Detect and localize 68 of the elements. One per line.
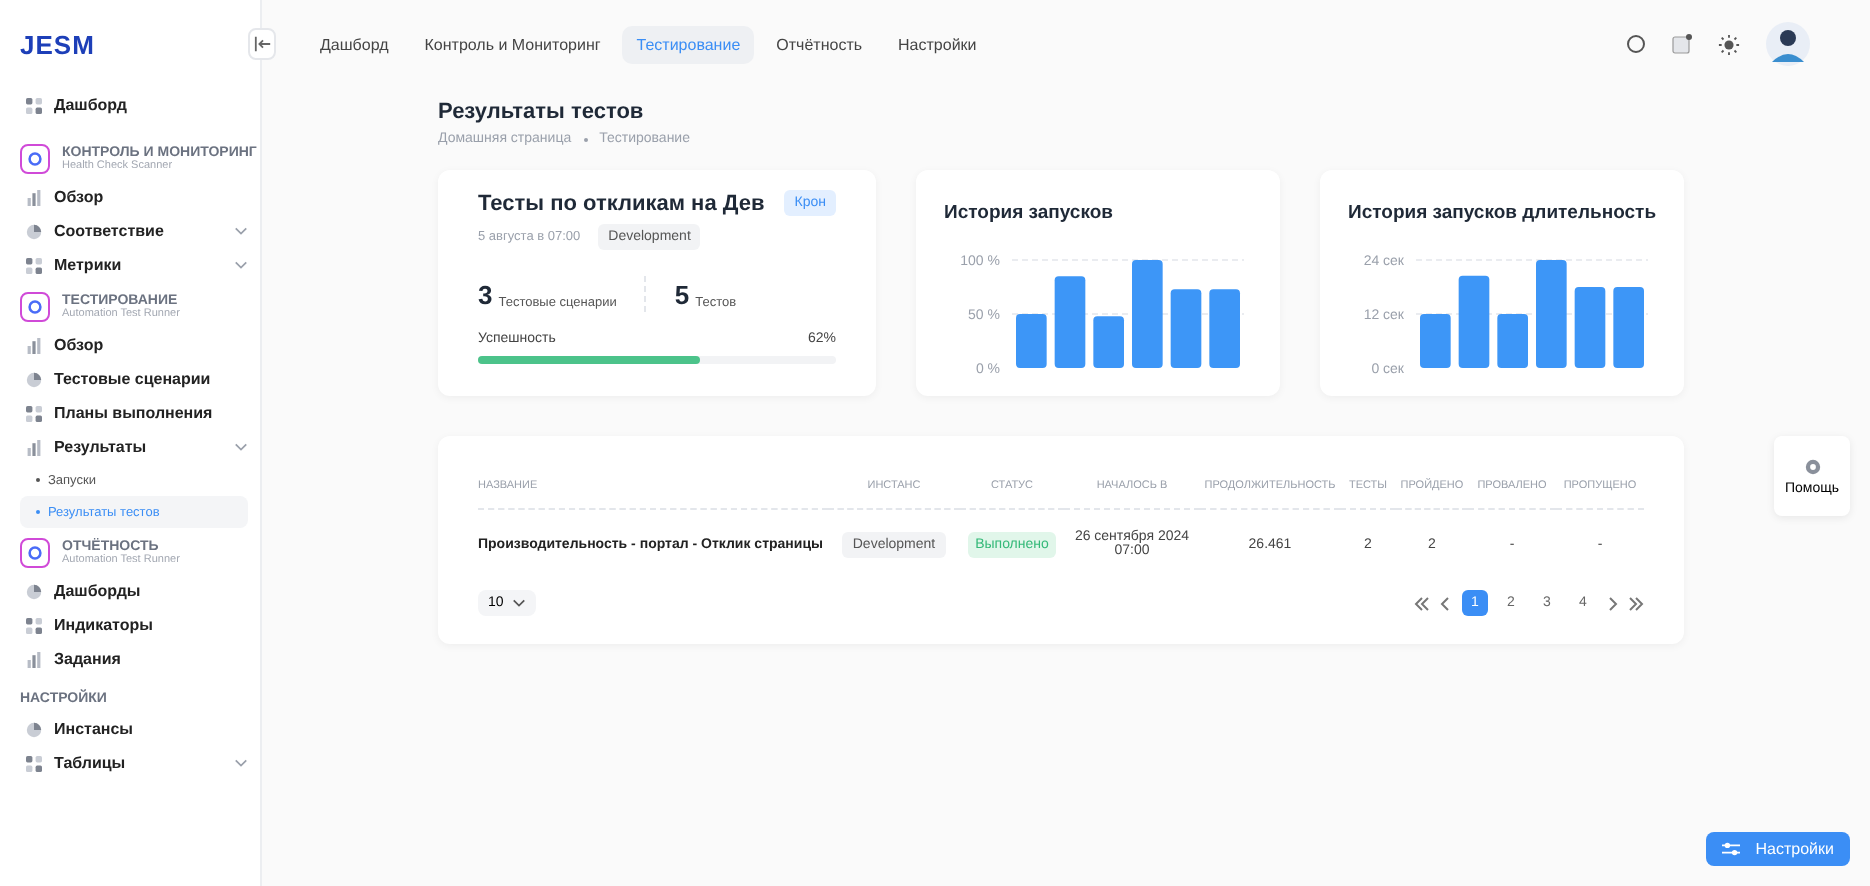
sidebar-item[interactable]: Дашборды bbox=[20, 574, 248, 608]
bar-chart-icon bbox=[26, 651, 42, 667]
section-icon bbox=[20, 292, 50, 322]
chevron-down-icon bbox=[234, 442, 248, 452]
chart-bar bbox=[1420, 314, 1451, 368]
chevron-down-icon bbox=[234, 226, 248, 236]
chart-bar bbox=[1209, 289, 1240, 368]
chart-bar bbox=[1093, 316, 1124, 368]
logo: JESM bbox=[20, 29, 95, 59]
chart-title: История запусков bbox=[944, 202, 1115, 224]
sidebar-item[interactable]: Метрики bbox=[20, 248, 248, 282]
bar-chart-icon bbox=[26, 337, 42, 353]
chart-bar bbox=[1132, 260, 1163, 368]
chart-bar bbox=[1016, 314, 1047, 368]
circle-icon[interactable] bbox=[1626, 34, 1646, 54]
nav-tab[interactable]: Отчётность bbox=[762, 25, 877, 63]
chevron-down-icon bbox=[234, 260, 248, 270]
next-page-icon[interactable] bbox=[1606, 595, 1618, 611]
sun-icon[interactable] bbox=[1718, 33, 1740, 55]
pie-icon bbox=[26, 371, 42, 387]
chart-bar bbox=[1574, 287, 1606, 368]
chart-bar bbox=[1054, 276, 1086, 368]
sidebar-item[interactable]: Таблицы bbox=[20, 746, 248, 780]
bar-chart-icon bbox=[26, 189, 42, 205]
breadcrumb-separator bbox=[583, 137, 588, 141]
card-title: Тесты по откликам на Дев bbox=[478, 191, 765, 215]
collapse-sidebar-button[interactable] bbox=[248, 28, 276, 60]
chart-bar bbox=[1458, 275, 1490, 368]
chevron-down-icon bbox=[234, 758, 248, 768]
nav-tab[interactable]: Контроль и Мониторинг bbox=[410, 25, 615, 63]
last-page-icon[interactable] bbox=[1628, 595, 1644, 611]
squares-icon bbox=[26, 617, 42, 633]
stat-value: 3 bbox=[478, 279, 493, 309]
sidebar-item[interactable]: Обзор bbox=[20, 328, 248, 362]
sidebar-item[interactable]: Инстансы bbox=[20, 712, 248, 746]
sidebar-item[interactable]: Соответствие bbox=[20, 214, 248, 248]
chart-bar bbox=[1170, 289, 1202, 368]
pie-icon bbox=[26, 583, 42, 599]
sidebar-item[interactable]: Дашборд bbox=[20, 88, 248, 122]
stat-value: 5 bbox=[674, 279, 690, 309]
avatar[interactable] bbox=[1766, 22, 1810, 66]
sidebar-item[interactable]: Обзор bbox=[20, 180, 248, 214]
squares-icon bbox=[26, 755, 42, 771]
chart-title: История запусков длительность bbox=[1348, 202, 1659, 224]
previous-page-icon[interactable] bbox=[1440, 595, 1452, 611]
pie-icon bbox=[26, 721, 42, 737]
sliders-icon bbox=[1721, 840, 1740, 858]
first-page-icon[interactable] bbox=[1414, 595, 1430, 611]
squares-icon bbox=[26, 97, 42, 113]
section-icon bbox=[20, 538, 50, 568]
sidebar-item[interactable]: Результаты bbox=[20, 430, 248, 464]
chart-bar bbox=[1497, 314, 1528, 368]
chart-bar bbox=[1613, 287, 1644, 368]
chart-bar bbox=[1536, 260, 1567, 368]
sidebar-item[interactable]: Планы выполнения bbox=[20, 396, 248, 430]
bar-chart-icon bbox=[26, 439, 42, 455]
sidebar-item[interactable]: Индикаторы bbox=[20, 608, 248, 642]
section-icon bbox=[20, 144, 50, 174]
sidebar-item[interactable]: Задания bbox=[20, 642, 248, 676]
sidebar-item[interactable]: Тестовые сценарии bbox=[20, 362, 248, 396]
squares-icon bbox=[26, 405, 42, 421]
collapse-icon bbox=[253, 36, 271, 52]
page-title: Результаты тестов bbox=[438, 100, 646, 124]
nav-tab[interactable]: Настройки bbox=[884, 25, 991, 63]
nav-tab[interactable]: Дашборд bbox=[306, 25, 403, 63]
chevron-down-icon bbox=[511, 598, 526, 608]
squares-icon bbox=[26, 257, 42, 273]
pie-icon bbox=[26, 223, 42, 239]
